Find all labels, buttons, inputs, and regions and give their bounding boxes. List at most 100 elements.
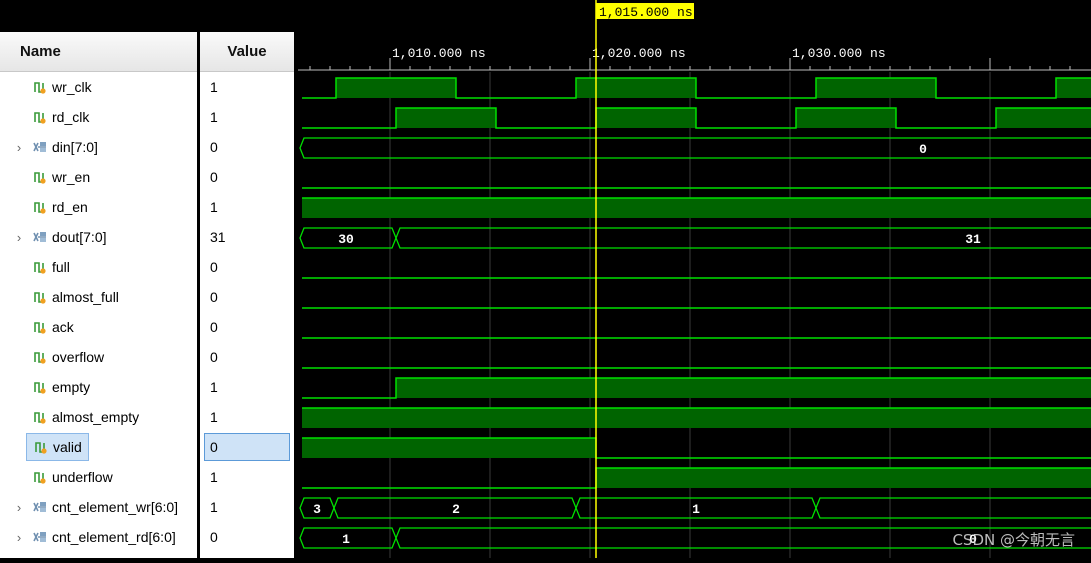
signal-din-value-cell[interactable]: 0	[200, 132, 294, 162]
bus-value-label: 30	[338, 232, 354, 247]
signal-name-label: ack	[52, 319, 74, 335]
wave-high-fill	[302, 438, 596, 458]
signal-value-label: 1	[210, 79, 218, 95]
signal-name-label: wr_clk	[52, 79, 92, 95]
wave-high-fill	[1056, 78, 1091, 98]
csdn-watermark: CSDN @今朝无言	[952, 531, 1075, 549]
bus-segment	[299, 137, 1091, 159]
signal-ack-name-row[interactable]: ack	[0, 312, 197, 342]
signal-dout-name-row[interactable]: › dout[7:0]	[0, 222, 197, 252]
signal-name-label: almost_full	[52, 289, 119, 305]
bit-signal-icon	[32, 169, 48, 185]
bit-signal-icon	[32, 409, 48, 425]
signal-cnt-element-wr-name-row[interactable]: › cnt_element_wr[6:0]	[0, 492, 197, 522]
wave-high-fill	[596, 108, 696, 128]
signal-wr-en-name-row[interactable]: wr_en	[0, 162, 197, 192]
signal-value-label: 1	[210, 199, 218, 215]
signal-name-label: underflow	[52, 469, 113, 485]
bus-value-label: 0	[919, 142, 927, 157]
signal-din-name-row[interactable]: › din[7:0]	[0, 132, 197, 162]
wave-high-fill	[396, 108, 496, 128]
bus-signal-icon	[32, 499, 48, 515]
value-column-header[interactable]: Value	[200, 32, 294, 72]
time-label: 1,020.000 ns	[592, 46, 686, 61]
signal-value-label: 0	[210, 169, 218, 185]
name-column-header[interactable]: Name	[0, 32, 197, 72]
signal-name-label: dout[7:0]	[52, 229, 107, 245]
signal-value-label: 0	[210, 529, 218, 545]
expand-chevron-icon[interactable]: ›	[12, 230, 26, 245]
signal-almost-full-name-row[interactable]: almost_full	[0, 282, 197, 312]
bit-signal-icon	[32, 79, 48, 95]
waveform-canvas[interactable]: 1,010.000 ns 1,020.000 ns 1,030.000 ns 0 30 3…	[269, 0, 1091, 558]
signal-value-label: 0	[210, 319, 218, 335]
signal-cnt-element-wr-value-cell[interactable]: 1	[200, 492, 294, 522]
signal-wr-en-value-cell[interactable]: 0	[200, 162, 294, 192]
signal-value-label: 1	[210, 379, 218, 395]
signal-underflow-name-row[interactable]: underflow	[0, 462, 197, 492]
signal-almost-empty-value-cell[interactable]: 1	[200, 402, 294, 432]
signal-value-label: 0	[210, 349, 218, 365]
expand-chevron-icon[interactable]: ›	[12, 140, 26, 155]
bus-value-label: 1	[342, 532, 350, 547]
wave-high-fill	[336, 78, 456, 98]
signal-value-label: 0	[210, 289, 218, 305]
bit-signal-icon	[32, 319, 48, 335]
bus-value-label: 1	[692, 502, 700, 517]
signal-name-label: cnt_element_wr[6:0]	[52, 499, 179, 515]
signal-empty-name-row[interactable]: empty	[0, 372, 197, 402]
wave-high-fill	[996, 108, 1091, 128]
signal-overflow-value-cell[interactable]: 0	[200, 342, 294, 372]
wave-high-fill	[302, 198, 1091, 218]
signal-value-label: 1	[210, 469, 218, 485]
bit-signal-icon	[32, 259, 48, 275]
signal-full-name-row[interactable]: full	[0, 252, 197, 282]
signal-wr-clk-name-row[interactable]: wr_clk	[0, 72, 197, 102]
bus-segment	[395, 227, 1091, 249]
wave-high-fill	[596, 468, 1091, 488]
signal-value-label: 31	[210, 229, 226, 245]
signal-name-label: overflow	[52, 349, 105, 365]
signal-valid-value-cell[interactable]: 0	[200, 432, 294, 462]
waveform-area[interactable]: 1,010.000 ns 1,020.000 ns 1,030.000 ns 0 30 3…	[269, 0, 1091, 558]
bit-signal-icon	[32, 349, 48, 365]
signal-ack-value-cell[interactable]: 0	[200, 312, 294, 342]
value-panel-top-bar	[200, 0, 294, 32]
expand-chevron-icon[interactable]: ›	[12, 500, 26, 515]
signal-cnt-element-rd-value-cell[interactable]: 0	[200, 522, 294, 552]
signal-value-label: 1	[210, 499, 218, 515]
signal-name-label: din[7:0]	[52, 139, 98, 155]
signal-rd-clk-value-cell[interactable]: 1	[200, 102, 294, 132]
bus-signal-icon	[32, 229, 48, 245]
signal-wr-clk-value-cell[interactable]: 1	[200, 72, 294, 102]
signal-cnt-element-rd-name-row[interactable]: › cnt_element_rd[6:0]	[0, 522, 197, 552]
signal-underflow-value-cell[interactable]: 1	[200, 462, 294, 492]
signal-value-label: 1	[210, 409, 218, 425]
bit-signal-icon	[32, 109, 48, 125]
signal-rd-en-value-cell[interactable]: 1	[200, 192, 294, 222]
bit-signal-icon	[32, 379, 48, 395]
expand-chevron-icon[interactable]: ›	[12, 530, 26, 545]
time-label: 1,010.000 ns	[392, 46, 486, 61]
signal-value-label: 1	[210, 109, 218, 125]
signal-value-label: 0	[210, 259, 218, 275]
signal-rd-clk-name-row[interactable]: rd_clk	[0, 102, 197, 132]
signal-almost-empty-name-row[interactable]: almost_empty	[0, 402, 197, 432]
signal-name-label: valid	[53, 439, 82, 455]
signal-valid-name-row[interactable]: valid	[0, 432, 197, 462]
signal-rd-en-name-row[interactable]: rd_en	[0, 192, 197, 222]
wave-high-fill	[576, 78, 696, 98]
signal-full-value-cell[interactable]: 0	[200, 252, 294, 282]
signal-almost-full-value-cell[interactable]: 0	[200, 282, 294, 312]
signal-empty-value-cell[interactable]: 1	[200, 372, 294, 402]
signal-overflow-name-row[interactable]: overflow	[0, 342, 197, 372]
signal-name-label: wr_en	[52, 169, 91, 185]
bus-value-label: 31	[965, 232, 981, 247]
signal-dout-value-cell[interactable]: 31	[200, 222, 294, 252]
bit-signal-icon	[32, 199, 48, 215]
bus-signal-icon	[32, 529, 48, 545]
signal-name-label: empty	[52, 379, 91, 395]
wave-high-fill	[302, 408, 1091, 428]
signal-name-label: cnt_element_rd[6:0]	[52, 529, 176, 545]
wave-high-fill	[396, 378, 1091, 398]
